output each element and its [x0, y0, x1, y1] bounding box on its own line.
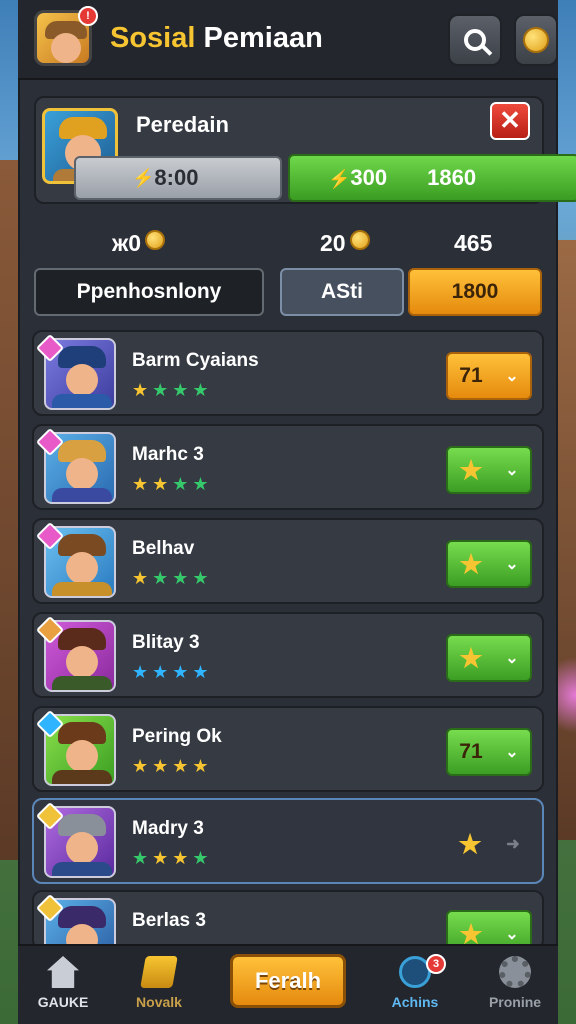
- star-icon: ★: [458, 828, 482, 859]
- player-name: Marhc 3: [132, 444, 204, 465]
- player-stars: ★★★★: [132, 474, 213, 494]
- chevron-down-icon: ⌄: [505, 462, 519, 479]
- body-icon: [52, 770, 112, 784]
- nav-home[interactable]: GAUKE: [18, 956, 108, 1010]
- player-name: Blitay 3: [132, 632, 200, 653]
- chevron-down-icon: ⌄: [505, 556, 519, 573]
- lightning-icon: ⚡: [328, 169, 351, 189]
- list-item[interactable]: Marhc 3 ★★★★ ★ ⌄: [32, 424, 544, 510]
- list-item[interactable]: Madry 3 ★★★★ ★ ➜: [32, 798, 544, 884]
- list-item[interactable]: Blitay 3 ★★★★ ★ ⌄: [32, 612, 544, 698]
- profile-card: Peredain ✕ ⚡ 8:00 ⚡300 1860: [34, 96, 576, 204]
- chevron-down-icon: ⌄: [505, 926, 519, 943]
- stat-energy-max: 1860: [427, 165, 477, 190]
- currency-b: 20: [320, 230, 370, 257]
- stat-time: ⚡ 8:00: [74, 156, 282, 200]
- nav-settings[interactable]: Pronine: [470, 956, 560, 1010]
- body-icon: [52, 582, 112, 596]
- face-icon: [66, 740, 98, 772]
- title-part-2: Pemiaan: [203, 22, 323, 54]
- crew-badge: 3: [426, 954, 446, 974]
- book-icon: [140, 956, 178, 988]
- chevron-right-icon: ➜: [506, 836, 520, 853]
- body-icon: [52, 862, 112, 876]
- player-stars: ★★★★: [132, 848, 213, 868]
- stat-time-value: 8:00: [154, 165, 199, 190]
- player-name: Barm Cyaians: [132, 350, 259, 371]
- player-name: Belhav: [132, 538, 195, 559]
- page-title: Sosial Pemiaan: [110, 22, 323, 55]
- top-bar: ! Sosial Pemiaan: [18, 0, 558, 80]
- player-name: Pering Ok: [132, 726, 222, 747]
- list-item[interactable]: Belhav ★★★★ ★ ⌄: [32, 518, 544, 604]
- player-name: Madry 3: [132, 818, 204, 839]
- search-icon: [464, 29, 486, 51]
- stat-energy-group: ⚡300: [328, 165, 387, 191]
- currency-c: 465: [454, 230, 492, 257]
- profile-name: Peredain: [136, 112, 229, 137]
- player-stars: ★★★★: [132, 662, 213, 682]
- face-icon: [66, 646, 98, 678]
- player-action-button[interactable]: 71 ⌄: [446, 728, 532, 776]
- bottom-nav: GAUKE Novalk Feralh Achins 3 Pronine: [18, 944, 558, 1024]
- player-action-button[interactable]: ★ ➜: [446, 820, 532, 868]
- face-icon: [66, 832, 98, 864]
- currency-a: ж0: [112, 230, 166, 257]
- tab-2[interactable]: ASti: [280, 268, 404, 316]
- player-stars: ★★★★: [132, 756, 213, 776]
- nav-settings-label: Pronine: [488, 994, 542, 1010]
- player-action-label: 71: [459, 364, 483, 387]
- search-button[interactable]: [448, 14, 502, 66]
- body-icon: [52, 394, 112, 408]
- lightning-icon: ⚡: [132, 167, 155, 188]
- player-stars: ★★★★: [132, 380, 213, 400]
- list-item[interactable]: Pering Ok ★★★★ 71 ⌄: [32, 706, 544, 792]
- face-icon: [66, 458, 98, 490]
- nav-crew[interactable]: Achins: [370, 956, 460, 1010]
- currency-b-value: 20: [320, 230, 346, 256]
- currency-c-value: 465: [454, 230, 493, 256]
- body-icon: [52, 676, 112, 690]
- nav-book-label: Novalk: [136, 994, 182, 1010]
- coin-icon: [349, 230, 370, 250]
- stat-energy: ⚡300 1860: [288, 154, 576, 202]
- face-icon: [66, 552, 98, 584]
- nav-book[interactable]: Novalk: [114, 956, 204, 1010]
- title-part-1: Sosial: [110, 22, 196, 54]
- body-icon: [52, 488, 112, 502]
- coin-icon: [145, 230, 166, 250]
- player-action-label: 71: [459, 740, 483, 763]
- face-icon: [51, 33, 81, 63]
- notification-badge: !: [78, 6, 98, 26]
- player-name: Berlas 3: [132, 910, 206, 931]
- chevron-down-icon: ⌄: [505, 744, 519, 761]
- coin-icon: [523, 27, 549, 53]
- home-icon: [47, 956, 79, 988]
- face-icon: [66, 364, 98, 396]
- tab-3[interactable]: 1800: [408, 268, 542, 316]
- player-action-button[interactable]: ★ ⌄: [446, 634, 532, 682]
- star-icon: ★: [459, 454, 483, 485]
- chevron-down-icon: ⌄: [505, 650, 519, 667]
- player-action-button[interactable]: ★ ⌄: [446, 540, 532, 588]
- player-action-button[interactable]: 71 ⌄: [446, 352, 532, 400]
- stat-energy-value: 300: [350, 165, 388, 190]
- list-item[interactable]: Barm Cyaians ★★★★ 71 ⌄: [32, 330, 544, 416]
- tab-1[interactable]: Ppenhosnlony: [34, 268, 264, 316]
- star-icon: ★: [459, 642, 483, 673]
- close-button[interactable]: ✕: [490, 102, 530, 140]
- chevron-down-icon: ⌄: [505, 368, 519, 385]
- nav-home-label: GAUKE: [37, 994, 89, 1010]
- player-stars: ★★★★: [132, 568, 213, 588]
- nav-crew-label: Achins: [391, 994, 439, 1010]
- coins-button[interactable]: [514, 14, 558, 66]
- currency-a-value: ж0: [112, 230, 142, 256]
- player-action-button[interactable]: ★ ⌄: [446, 446, 532, 494]
- star-icon: ★: [459, 548, 483, 579]
- gear-icon: [499, 956, 531, 988]
- list-item[interactable]: Berlas 3 ★ ⌄: [32, 890, 544, 950]
- center-action-button[interactable]: Feralh: [230, 954, 346, 1008]
